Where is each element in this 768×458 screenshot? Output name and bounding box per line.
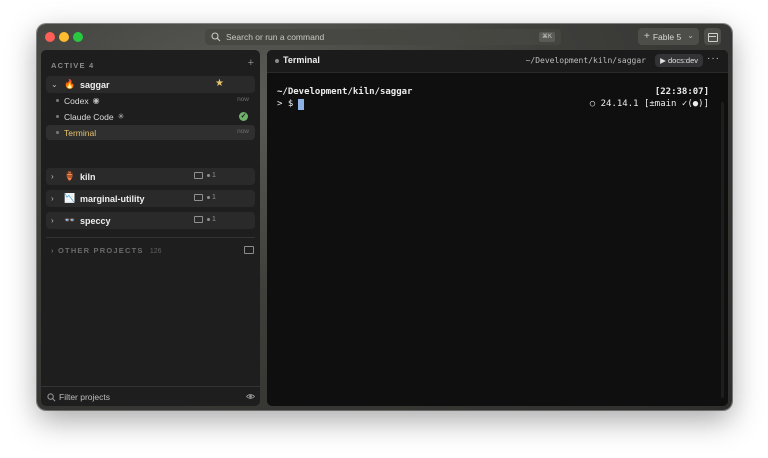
terminal-output[interactable]: ~/Development/kiln/saggar [22:38:07] > $… (277, 87, 717, 110)
project-meta: 1 (194, 172, 216, 179)
mail-icon (194, 172, 203, 179)
bullet-icon (56, 131, 59, 134)
terminal-git-status: ○ 24.14.1 [±main ✓(●)] (589, 99, 709, 109)
chevron-right-icon: › (51, 246, 55, 255)
session-name: Terminal (64, 127, 97, 138)
status-dot-icon (207, 218, 210, 221)
bullet-icon (56, 99, 59, 102)
toggle-panel-button[interactable] (704, 28, 721, 45)
terminal-title: Terminal (283, 55, 320, 65)
other-projects-count: 126 (149, 248, 162, 255)
project-name: saggar (80, 79, 110, 90)
project-name: speccy (80, 215, 111, 226)
chevron-down-icon[interactable]: ⌄ (51, 80, 63, 89)
session-row-claude-code[interactable]: Claude Code ✳ ✓ (46, 109, 255, 124)
terminal-scrollbar[interactable] (721, 102, 724, 398)
fire-icon: 🔥 (64, 79, 76, 89)
search-placeholder: Search or run a command (226, 32, 325, 42)
terminal-cwd-line: ~/Development/kiln/saggar (277, 87, 413, 97)
session-time: now (237, 96, 249, 103)
chart-down-icon: 📉 (64, 193, 76, 203)
search-shortcut-badge: ⌘K (538, 32, 555, 42)
project-row-marginal-utility[interactable]: › 📉 marginal-utility 1 (46, 190, 255, 207)
more-options-icon[interactable]: ··· (707, 53, 720, 64)
session-count: 1 (212, 216, 216, 223)
sidebar-divider (46, 237, 255, 238)
session-time: now (237, 128, 249, 135)
terminal-prompt: > $ (277, 99, 294, 109)
star-icon[interactable]: ★ (215, 78, 224, 89)
claude-icon: ✳ (117, 112, 125, 121)
project-name: kiln (80, 171, 96, 182)
filter-projects-input[interactable] (59, 392, 229, 402)
command-search-bar[interactable]: Search or run a command ⌘K (205, 29, 561, 45)
terminal-status-dot (275, 59, 279, 63)
project-row-saggar[interactable]: ⌄ 🔥 saggar ★ (46, 76, 255, 93)
terminal-pane[interactable]: Terminal ~/Development/kiln/saggar ▶ doc… (267, 50, 728, 406)
mail-icon (194, 216, 203, 223)
chevron-down-icon: ⌄ (687, 31, 694, 40)
folder-icon[interactable] (244, 246, 254, 254)
plus-icon: + (644, 31, 650, 42)
bullet-icon (56, 115, 59, 118)
search-icon (47, 392, 56, 401)
session-name: Claude Code (64, 111, 114, 122)
session-count: 1 (212, 194, 216, 201)
terminal-path: ~/Development/kiln/saggar (525, 56, 646, 65)
panel-icon (708, 33, 718, 42)
terminal-timestamp: [22:38:07] (654, 87, 709, 97)
app-window: Search or run a command ⌘K + Fable 5 ⌄ A… (37, 24, 732, 410)
terminal-header: Terminal ~/Development/kiln/saggar ▶ doc… (267, 50, 728, 73)
project-meta: 1 (194, 216, 216, 223)
panel-icon-bar (709, 36, 716, 37)
model-label: Fable 5 (652, 31, 682, 42)
other-projects-title: OTHER PROJECTS (58, 246, 144, 255)
model-selector[interactable]: + Fable 5 ⌄ (638, 28, 699, 45)
status-dot-icon (207, 196, 210, 199)
vase-icon: 🏺 (64, 171, 76, 181)
sidebar: ACTIVE 4 + ⌄ 🔥 saggar ★ Codex ◉ now Clau… (41, 50, 260, 406)
session-name: Codex (64, 95, 89, 106)
title-bar: Search or run a command ⌘K + Fable 5 ⌄ (37, 24, 732, 50)
glasses-icon: 👓 (64, 215, 76, 225)
chevron-right-icon[interactable]: › (51, 216, 63, 225)
session-count: 1 (212, 172, 216, 179)
run-docs-dev-button[interactable]: ▶ docs:dev (655, 54, 703, 67)
session-row-terminal[interactable]: Terminal now (46, 125, 255, 140)
chevron-right-icon[interactable]: › (51, 194, 63, 203)
close-window-button[interactable] (45, 32, 55, 42)
terminal-cursor (298, 98, 305, 110)
other-projects-toggle[interactable]: › OTHER PROJECTS 126 (51, 246, 162, 255)
project-row-speccy[interactable]: › 👓 speccy 1 (46, 212, 255, 229)
zoom-window-button[interactable] (73, 32, 83, 42)
project-meta: 1 (194, 194, 216, 201)
active-section-title: ACTIVE 4 (51, 61, 95, 70)
project-name: marginal-utility (80, 193, 145, 204)
add-project-button[interactable]: + (248, 57, 254, 69)
minimize-window-button[interactable] (59, 32, 69, 42)
check-icon: ✓ (239, 112, 248, 121)
codex-icon: ◉ (92, 96, 100, 105)
mail-icon (194, 194, 203, 201)
session-row-codex[interactable]: Codex ◉ now (46, 93, 255, 108)
status-dot-icon (207, 174, 210, 177)
search-icon (211, 32, 221, 42)
eye-icon[interactable] (246, 392, 255, 401)
project-row-kiln[interactable]: › 🏺 kiln 1 (46, 168, 255, 185)
filter-bar (41, 386, 260, 407)
chevron-right-icon[interactable]: › (51, 172, 63, 181)
